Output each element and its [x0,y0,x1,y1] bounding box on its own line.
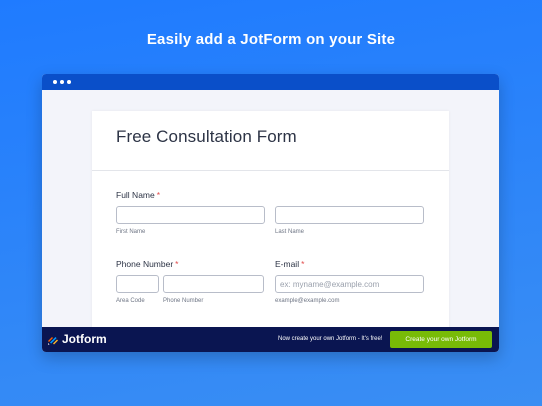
last-name-sublabel: Last Name [275,229,305,235]
jotform-logo-icon [48,337,58,345]
phone-number-input[interactable] [163,275,264,293]
required-mark: * [156,190,161,200]
page-viewport: Free Consultation Form Full Name * First … [42,90,499,341]
email-label-text: E-mail [275,259,300,269]
window-dot-icon [67,80,71,84]
brand-name: Jotform [62,332,107,346]
phone-number-label: Phone Number * [116,259,178,269]
promo-note: Now create your own Jotform - It's free! [278,336,383,342]
first-name-input[interactable] [116,206,265,224]
browser-window: Free Consultation Form Full Name * First … [42,74,499,352]
headline: Easily add a JotForm on your Site [146,31,396,48]
email-label: E-mail * [275,259,304,269]
area-code-input[interactable] [116,275,159,293]
window-titlebar [42,74,499,90]
last-name-input[interactable] [275,206,424,224]
email-input[interactable] [275,275,424,293]
window-dot-icon [53,80,57,84]
promo-footer: Jotform Now create your own Jotform - It… [42,327,499,352]
email-sublabel: example@example.com [275,298,340,304]
title-divider [92,170,449,171]
full-name-label: Full Name * [116,190,160,200]
first-name-sublabel: First Name [116,229,146,235]
phone-number-sublabel: Phone Number [163,298,204,304]
full-name-label-text: Full Name [116,190,155,200]
required-mark: * [301,259,305,269]
window-dot-icon [60,80,64,84]
form-card: Free Consultation Form Full Name * First … [92,111,449,341]
form-title: Free Consultation Form [116,127,297,146]
phone-number-label-text: Phone Number [116,259,174,269]
area-code-sublabel: Area Code [116,298,145,304]
create-jotform-button[interactable]: Create your own Jotform [390,331,492,348]
required-mark: * [175,259,179,269]
